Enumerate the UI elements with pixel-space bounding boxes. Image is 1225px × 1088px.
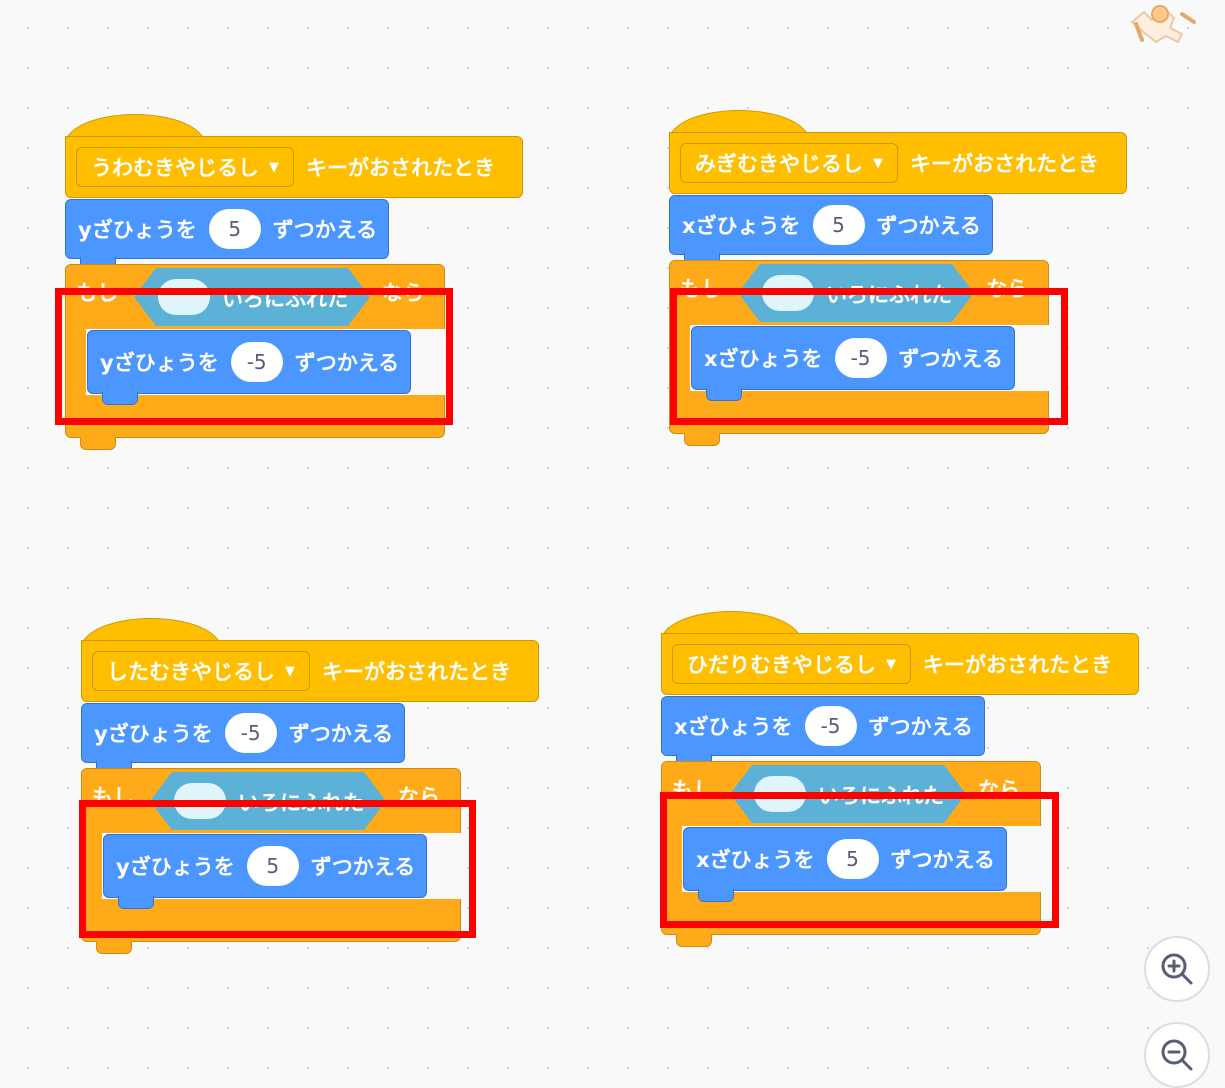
zoom-in-icon [1161, 953, 1193, 985]
zoom-out-icon [1161, 1039, 1193, 1071]
block-suffix: ずつかえる [272, 218, 378, 242]
when-key-pressed-block[interactable]: ひだりむきやじるし ▼ キーがおされたとき [661, 633, 1139, 695]
if-bottom-notch [80, 437, 116, 450]
key-option-label: うわむきやじるし [91, 156, 259, 180]
value-input[interactable]: 5 [812, 205, 865, 245]
change-y-block[interactable]: yざひょうを 5 ずつかえる [65, 199, 389, 270]
block-label: xざひょうを [682, 214, 801, 238]
change-x-block[interactable]: xざひょうを 5 ずつかえる [669, 195, 993, 266]
key-dropdown[interactable]: うわむきやじるし ▼ [76, 147, 294, 187]
zoom-out-button[interactable] [1144, 1022, 1210, 1088]
if-bottom-notch [676, 934, 712, 947]
key-dropdown[interactable]: みぎむきやじるし ▼ [680, 143, 898, 183]
value-input[interactable]: 5 [208, 209, 261, 249]
zoom-in-button[interactable] [1144, 936, 1210, 1002]
block-label: yざひょうを [78, 218, 197, 242]
highlight-box [55, 288, 453, 425]
highlight-box [670, 288, 1068, 425]
value-input[interactable]: -5 [224, 713, 277, 753]
when-key-pressed-block[interactable]: みぎむきやじるし ▼ キーがおされたとき [669, 132, 1127, 194]
hat-suffix-text: キーがおされたとき [910, 152, 1099, 176]
key-option-label: したむきやじるし [107, 660, 275, 684]
block-suffix: ずつかえる [868, 715, 973, 739]
when-key-pressed-block[interactable]: したむきやじるし ▼ キーがおされたとき [81, 640, 539, 702]
chevron-down-icon: ▼ [269, 159, 279, 175]
key-dropdown[interactable]: ひだりむきやじるし ▼ [672, 644, 911, 684]
highlight-box [660, 792, 1059, 928]
hat-suffix-text: キーがおされたとき [306, 156, 495, 180]
chevron-down-icon: ▼ [873, 155, 883, 171]
if-bottom-notch [96, 941, 132, 954]
change-y-block[interactable]: yざひょうを -5 ずつかえる [81, 703, 405, 774]
key-option-label: みぎむきやじるし [695, 152, 863, 176]
when-key-pressed-block[interactable]: うわむきやじるし ▼ キーがおされたとき [65, 136, 523, 198]
chevron-down-icon: ▼ [886, 656, 896, 672]
key-dropdown[interactable]: したむきやじるし ▼ [92, 651, 310, 691]
key-option-label: ひだりむきやじるし [687, 653, 876, 677]
hat-suffix-text: キーがおされたとき [923, 653, 1112, 677]
chevron-down-icon: ▼ [285, 663, 295, 679]
block-label: xざひょうを [674, 715, 793, 739]
block-suffix: ずつかえる [876, 214, 981, 238]
if-bottom-notch [684, 433, 720, 446]
highlight-box [79, 800, 476, 938]
hat-suffix-text: キーがおされたとき [322, 660, 511, 684]
change-x-block[interactable]: xざひょうを -5 ずつかえる [661, 696, 985, 767]
cat-sprite-icon [1130, 5, 1196, 44]
block-suffix: ずつかえる [288, 722, 394, 746]
block-label: yざひょうを [94, 722, 213, 746]
value-input[interactable]: -5 [804, 706, 857, 746]
